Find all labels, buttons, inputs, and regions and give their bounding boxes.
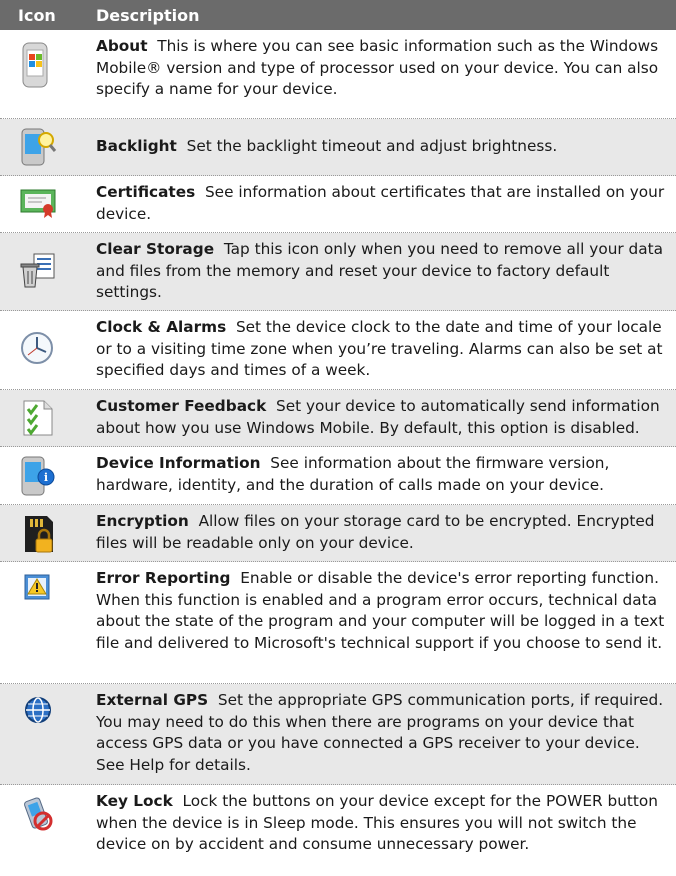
settings-table: Icon Description About This is where you…	[0, 0, 676, 863]
icon-column-header: Icon	[18, 5, 56, 25]
row-title: Clear Storage	[96, 240, 215, 258]
row-description: Certificates See information about certi…	[96, 176, 676, 232]
encryption-icon	[0, 505, 96, 561]
table-row: Key Lock Lock the buttons on your device…	[0, 785, 676, 863]
table-row: Clear Storage Tap this icon only when yo…	[0, 233, 676, 311]
table-row: Customer Feedback Set your device to aut…	[0, 390, 676, 447]
row-description: Key Lock Lock the buttons on your device…	[96, 785, 676, 863]
row-description: About This is where you can see basic in…	[96, 30, 676, 118]
table-row: Error Reporting Enable or disable the de…	[0, 562, 676, 684]
row-description: Clock & Alarms Set the device clock to t…	[96, 311, 676, 389]
row-text: Lock the buttons on your device except f…	[96, 792, 658, 854]
certificates-icon	[0, 176, 96, 232]
row-title: Key Lock	[96, 792, 173, 810]
table-row: Certificates See information about certi…	[0, 176, 676, 233]
row-description: Customer Feedback Set your device to aut…	[96, 390, 676, 446]
row-title: Backlight	[96, 137, 177, 155]
table-row: Clock & Alarms Set the device clock to t…	[0, 311, 676, 390]
row-description: Encryption Allow files on your storage c…	[96, 505, 676, 561]
description-column-header: Description	[96, 5, 200, 25]
key-lock-icon	[0, 785, 96, 863]
table-row: About This is where you can see basic in…	[0, 30, 676, 119]
row-description: Error Reporting Enable or disable the de…	[96, 562, 676, 683]
backlight-icon	[0, 119, 96, 175]
external-gps-icon	[0, 684, 96, 784]
row-title: Error Reporting	[96, 569, 231, 587]
row-title: Customer Feedback	[96, 397, 267, 415]
row-description: Clear Storage Tap this icon only when yo…	[96, 233, 676, 310]
row-text: Set the backlight timeout and adjust bri…	[186, 137, 558, 155]
row-title: Device Information	[96, 454, 261, 472]
table-row: Encryption Allow files on your storage c…	[0, 505, 676, 562]
table-row: External GPS Set the appropriate GPS com…	[0, 684, 676, 785]
row-title: Clock & Alarms	[96, 318, 227, 336]
row-title: Encryption	[96, 512, 189, 530]
row-description: Device Information See information about…	[96, 447, 676, 504]
row-title: Certificates	[96, 183, 196, 201]
row-description: External GPS Set the appropriate GPS com…	[96, 684, 676, 784]
error-reporting-icon	[0, 562, 96, 683]
clear-storage-icon	[0, 233, 96, 310]
table-row: Backlight Set the backlight timeout and …	[0, 119, 676, 176]
row-title: About	[96, 37, 148, 55]
svg-text:i: i	[44, 471, 48, 484]
device-information-icon: i	[0, 447, 96, 504]
customer-feedback-icon	[0, 390, 96, 446]
about-icon	[0, 30, 96, 118]
row-title: External GPS	[96, 691, 209, 709]
row-text: This is where you can see basic informat…	[96, 37, 659, 99]
clock-icon	[0, 311, 96, 389]
row-description: Backlight Set the backlight timeout and …	[96, 119, 676, 175]
table-header: Icon Description	[0, 0, 676, 30]
table-row: i Device Information See information abo…	[0, 447, 676, 505]
